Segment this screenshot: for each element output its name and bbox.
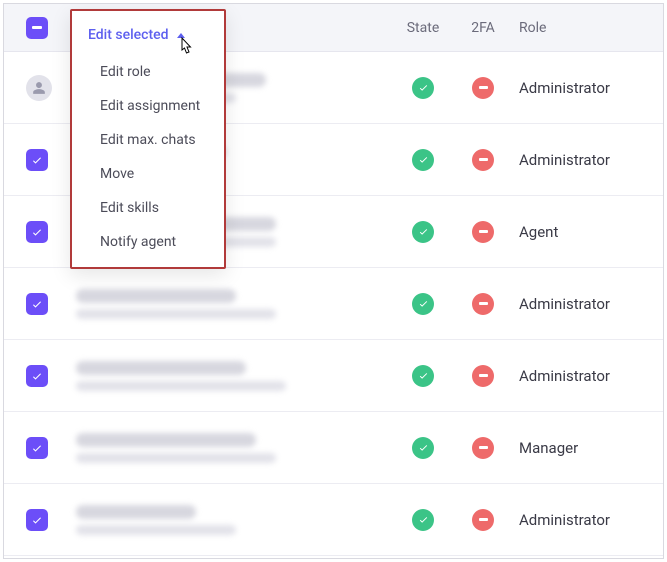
- check-icon: [31, 514, 43, 526]
- role-cell: Administrator: [513, 295, 663, 313]
- dropdown-item-notify-agent[interactable]: Notify agent: [72, 225, 224, 259]
- dropdown-item-edit-skills[interactable]: Edit skills: [72, 191, 224, 225]
- edit-selected-dropdown: Edit selected Edit role Edit assignment …: [70, 9, 226, 269]
- twofa-off-icon: [472, 365, 494, 387]
- agent-name-placeholder: [76, 433, 256, 447]
- twofa-off-icon: [472, 149, 494, 171]
- column-header-2fa: 2FA: [453, 20, 513, 36]
- role-cell: Administrator: [513, 367, 663, 385]
- check-icon: [31, 226, 43, 238]
- table-row: Manager: [4, 412, 663, 484]
- twofa-off-icon: [472, 437, 494, 459]
- state-ok-icon: [412, 437, 434, 459]
- dropdown-item-edit-assignment[interactable]: Edit assignment: [72, 89, 224, 123]
- state-ok-icon: [412, 221, 434, 243]
- column-header-state: State: [393, 20, 453, 36]
- twofa-off-icon: [472, 221, 494, 243]
- dropdown-item-edit-role[interactable]: Edit role: [72, 55, 224, 89]
- agent-email-placeholder: [76, 453, 276, 463]
- agent-name-placeholder: [76, 361, 246, 375]
- role-cell: Agent: [513, 223, 663, 241]
- row-checkbox[interactable]: [26, 365, 48, 387]
- table-row: Administrator: [4, 268, 663, 340]
- dropdown-item-edit-max-chats[interactable]: Edit max. chats: [72, 123, 224, 157]
- agent-email-placeholder: [76, 525, 236, 535]
- state-ok-icon: [412, 77, 434, 99]
- agent-email-placeholder: [76, 309, 276, 319]
- select-all-checkbox[interactable]: [26, 17, 48, 39]
- state-ok-icon: [412, 149, 434, 171]
- table-row: Administrator: [4, 340, 663, 412]
- row-checkbox[interactable]: [26, 509, 48, 531]
- column-header-role: Role: [513, 20, 663, 36]
- avatar[interactable]: [26, 75, 52, 101]
- dropdown-title[interactable]: Edit selected: [72, 15, 224, 55]
- row-checkbox[interactable]: [26, 149, 48, 171]
- role-cell: Administrator: [513, 511, 663, 529]
- user-icon: [32, 81, 46, 95]
- row-checkbox[interactable]: [26, 221, 48, 243]
- agent-name-placeholder: [76, 505, 196, 519]
- twofa-off-icon: [472, 77, 494, 99]
- agent-email-placeholder: [76, 381, 286, 391]
- dropdown-title-label: Edit selected: [88, 27, 169, 43]
- state-ok-icon: [412, 293, 434, 315]
- check-icon: [31, 442, 43, 454]
- state-ok-icon: [412, 365, 434, 387]
- role-cell: Administrator: [513, 151, 663, 169]
- state-ok-icon: [412, 509, 434, 531]
- twofa-off-icon: [472, 293, 494, 315]
- cursor-pointer-icon: [176, 36, 196, 60]
- check-icon: [31, 370, 43, 382]
- table-row: Administrator: [4, 484, 663, 556]
- dropdown-item-move[interactable]: Move: [72, 157, 224, 191]
- role-cell: Administrator: [513, 79, 663, 97]
- agent-name-placeholder: [76, 289, 236, 303]
- twofa-off-icon: [472, 509, 494, 531]
- role-cell: Manager: [513, 439, 663, 457]
- check-icon: [31, 298, 43, 310]
- row-checkbox[interactable]: [26, 437, 48, 459]
- row-checkbox[interactable]: [26, 293, 48, 315]
- check-icon: [31, 154, 43, 166]
